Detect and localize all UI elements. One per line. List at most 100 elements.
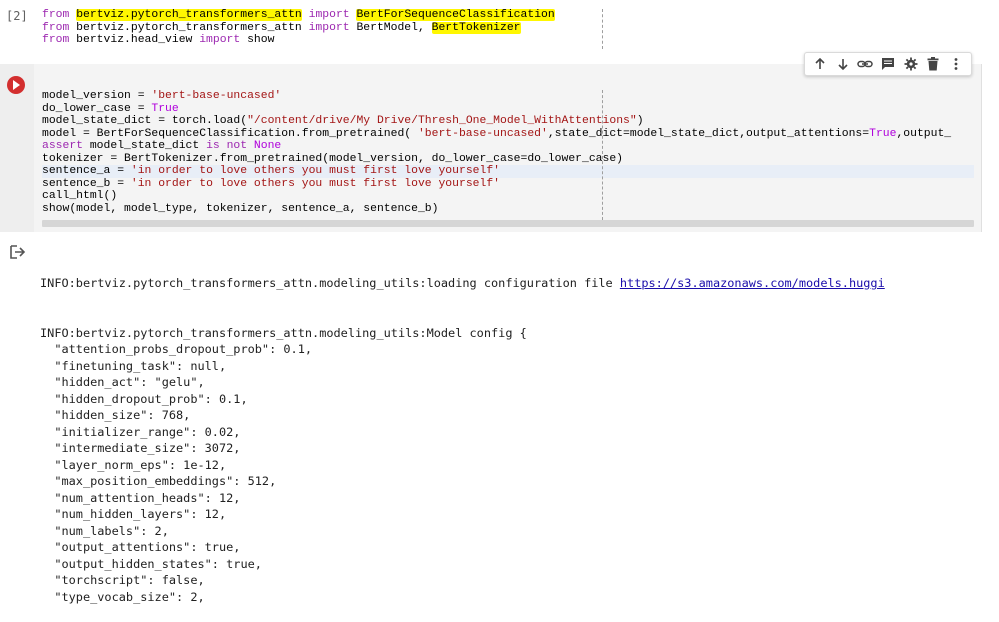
code-token: 'in order to love others you must first …: [130, 165, 500, 177]
output-line: "finetuning_task": null,: [40, 358, 227, 373]
settings-icon: [904, 57, 918, 71]
code-token: bertviz.pytorch_transformers_attn: [69, 21, 309, 34]
arrow-up-icon: [815, 57, 825, 69]
output-line: "intermediate_size": 3072,: [40, 441, 241, 455]
highlighted-token: bertviz.pytorch_transformers_attn: [76, 9, 302, 21]
execution-count: [2]: [6, 9, 28, 23]
output-line: INFO:bertviz.pytorch_transformers_attn.m…: [40, 325, 527, 340]
code-line[interactable]: model_version = 'bert-base-uncased': [42, 90, 951, 103]
output-line: "output_hidden_states": true,: [40, 556, 262, 571]
code-editor-main[interactable]: model_version = 'bert-base-uncased' do_lo…: [42, 90, 951, 215]
code-token: ,state_dict=model_state_dict,output_atte…: [547, 127, 870, 140]
cell-gutter: [0, 64, 34, 232]
output-line: "torchscript": false,: [40, 573, 205, 587]
output-text: INFO:bertviz.pytorch_transformers_attn.m…: [40, 276, 620, 290]
cell-settings-button[interactable]: [902, 55, 920, 73]
delete-cell-button[interactable]: [924, 55, 942, 73]
output-line: "max_position_embeddings": 512,: [40, 474, 277, 488]
code-token: None: [253, 140, 282, 152]
output-line: "num_hidden_layers": 12,: [40, 507, 227, 521]
output-line: "output_attentions": true,: [40, 540, 241, 554]
code-token: 'bert-base-uncased': [417, 127, 548, 140]
more-icon: [954, 58, 958, 70]
code-line[interactable]: from bertviz.pytorch_transformers_attn i…: [42, 21, 555, 35]
code-token: ): [636, 115, 644, 127]
horizontal-scrollbar[interactable]: [42, 220, 974, 227]
more-actions-button[interactable]: [947, 55, 965, 73]
code-token: is not: [206, 140, 248, 152]
line-length-ruler: [602, 90, 603, 220]
add-comment-button[interactable]: [879, 55, 897, 73]
output-line: "type_vocab_size": 2,: [40, 589, 205, 604]
output-line: INFO:bertviz.pytorch_transformers_attn.m…: [40, 275, 885, 292]
output-line: "initializer_range": 0.02,: [40, 424, 241, 439]
code-token: model_state_dict = torch.load(: [42, 115, 248, 127]
link-icon: [857, 60, 874, 68]
code-token: 'bert-base-uncased': [151, 90, 282, 102]
move-cell-up-button[interactable]: [811, 55, 829, 73]
code-token: 'in order to love others you must first …: [130, 177, 500, 190]
code-token: model = BertForSequenceClassification.fr…: [42, 127, 418, 140]
code-line[interactable]: model = BertForSequenceClassification.fr…: [42, 128, 951, 141]
link-to-cell-button[interactable]: [856, 55, 874, 73]
code-token: show: [240, 34, 275, 46]
code-line[interactable]: show(model, model_type, tokenizer, sente…: [42, 203, 951, 216]
code-editor-imports[interactable]: from bertviz.pytorch_transformers_attn i…: [42, 9, 555, 47]
code-token: tokenizer = BertTokenizer.from_pretraine…: [42, 152, 624, 165]
code-line[interactable]: tokenizer = BertTokenizer.from_pretraine…: [42, 153, 951, 166]
code-token: call_html(): [42, 190, 118, 202]
code-line[interactable]: assert model_state_dict is not None: [42, 140, 951, 153]
code-token: from: [42, 9, 70, 21]
run-cell-button[interactable]: [7, 76, 25, 94]
output-line: "attention_probs_dropout_prob": 0.1,: [40, 342, 313, 356]
code-token: bertviz.head_view: [69, 34, 200, 46]
code-line[interactable]: call_html(): [42, 190, 951, 203]
code-cell-main[interactable]: model_version = 'bert-base-uncased' do_lo…: [0, 64, 981, 232]
arrow-down-icon: [838, 59, 848, 71]
output-line: "hidden_dropout_prob": 0.1,: [40, 391, 248, 406]
code-line[interactable]: sentence_b = 'in order to love others yo…: [42, 178, 951, 191]
output-line: "num_attention_heads": 12,: [40, 490, 241, 505]
code-token: show(model, model_type, tokenizer, sente…: [42, 202, 439, 215]
config-file-link[interactable]: https://s3.amazonaws.com/models.huggi: [620, 276, 885, 290]
highlighted-token: BertForSequenceClassification: [356, 9, 555, 21]
code-line[interactable]: sentence_a = 'in order to love others yo…: [42, 165, 951, 178]
code-token: "/content/drive/My Drive/Thresh_One_Mode…: [247, 115, 637, 127]
code-token: ,output_: [896, 127, 952, 140]
output-line: "hidden_size": 768,: [40, 408, 191, 422]
output-line: "layer_norm_eps": 1e-12,: [40, 457, 227, 472]
delete-icon: [927, 57, 939, 71]
cell-toolbar: [804, 52, 972, 76]
code-line[interactable]: from bertviz.head_view import show: [42, 34, 555, 47]
play-icon: [13, 80, 20, 90]
code-token: sentence_b =: [42, 177, 131, 190]
move-cell-down-button[interactable]: [834, 55, 852, 73]
code-cell-imports[interactable]: [2] from bertviz.pytorch_transformers_at…: [0, 0, 999, 60]
code-token: True: [151, 102, 179, 115]
code-line[interactable]: model_state_dict = torch.load("/content/…: [42, 115, 951, 128]
code-line[interactable]: do_lower_case = True: [42, 103, 951, 116]
code-token: import: [308, 9, 350, 21]
code-token: do_lower_case =: [42, 102, 152, 115]
comment-icon: [881, 58, 894, 70]
output-line: "hidden_act": "gelu",: [40, 375, 205, 389]
code-token: from: [42, 21, 70, 34]
output-toggle-button[interactable]: [10, 244, 26, 263]
code-token: model_state_dict: [83, 140, 207, 152]
code-token: import: [308, 21, 350, 34]
code-token: from: [42, 34, 70, 46]
code-token: sentence_a =: [42, 165, 131, 177]
cell-border: [981, 64, 982, 232]
code-token: True: [869, 127, 897, 140]
code-line[interactable]: from bertviz.pytorch_transformers_attn i…: [42, 9, 555, 22]
code-token: BertModel,: [349, 21, 432, 34]
highlighted-token: BertTokenizer: [431, 21, 521, 34]
line-length-ruler: [602, 9, 603, 49]
code-token: assert: [42, 140, 84, 152]
code-token: import: [199, 34, 241, 46]
code-token: model_version =: [42, 90, 152, 102]
cell-output: INFO:bertviz.pytorch_transformers_attn.m…: [40, 242, 885, 622]
output-icon: [10, 245, 26, 259]
